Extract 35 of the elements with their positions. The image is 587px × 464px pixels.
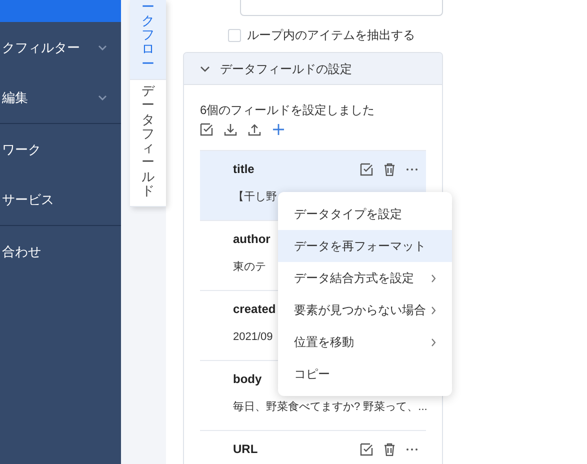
field-name: title (233, 161, 254, 177)
field-value: 2021/09 (233, 330, 273, 345)
field-name: body (233, 371, 262, 387)
menu-item[interactable]: データ結合方式を設定 (278, 262, 452, 294)
download-icon[interactable] (224, 122, 237, 136)
vertical-tab[interactable]: データフィールド (130, 80, 166, 208)
menu-item[interactable]: データを再フォーマット (278, 230, 452, 262)
more-icon[interactable] (406, 168, 418, 170)
chevron-down-icon (98, 95, 107, 101)
sidebar-item[interactable]: 合わせ (0, 226, 121, 277)
trash-icon[interactable] (384, 162, 395, 176)
menu-item[interactable]: 位置を移動 (278, 326, 452, 358)
menu-item[interactable]: 要素が見つからない場合 (278, 294, 452, 326)
field-row[interactable]: URL (200, 431, 426, 464)
trash-icon[interactable] (384, 442, 395, 456)
chevron-down-icon (200, 66, 210, 72)
menu-item[interactable]: データタイプを設定 (278, 198, 452, 230)
chevron-down-icon (98, 44, 107, 50)
field-name: URL (233, 441, 258, 457)
add-icon[interactable] (272, 122, 285, 136)
sidebar-item[interactable]: ワーク (0, 124, 121, 175)
upload-icon[interactable] (248, 122, 261, 136)
checkbox-label: ループ内のアイテムを抽出する (247, 27, 415, 44)
section-header[interactable]: データフィールドの設定 (184, 53, 442, 85)
field-value: 東のテ (233, 260, 266, 275)
field-value: 毎日、野菜食べてますか? 野菜って、... (233, 400, 428, 415)
menu-item[interactable]: コピー (278, 358, 452, 390)
field-value: 【干し野 (233, 190, 277, 205)
more-icon[interactable] (406, 448, 418, 450)
checkbox[interactable] (228, 28, 241, 42)
sidebar-item[interactable]: クフィルター (0, 22, 121, 73)
field-count-text: 6個のフィールドを設定しました (200, 102, 376, 118)
vertical-tab[interactable]: ークフロー (130, 0, 166, 80)
field-name: author (233, 231, 270, 247)
field-name: created (233, 301, 276, 317)
